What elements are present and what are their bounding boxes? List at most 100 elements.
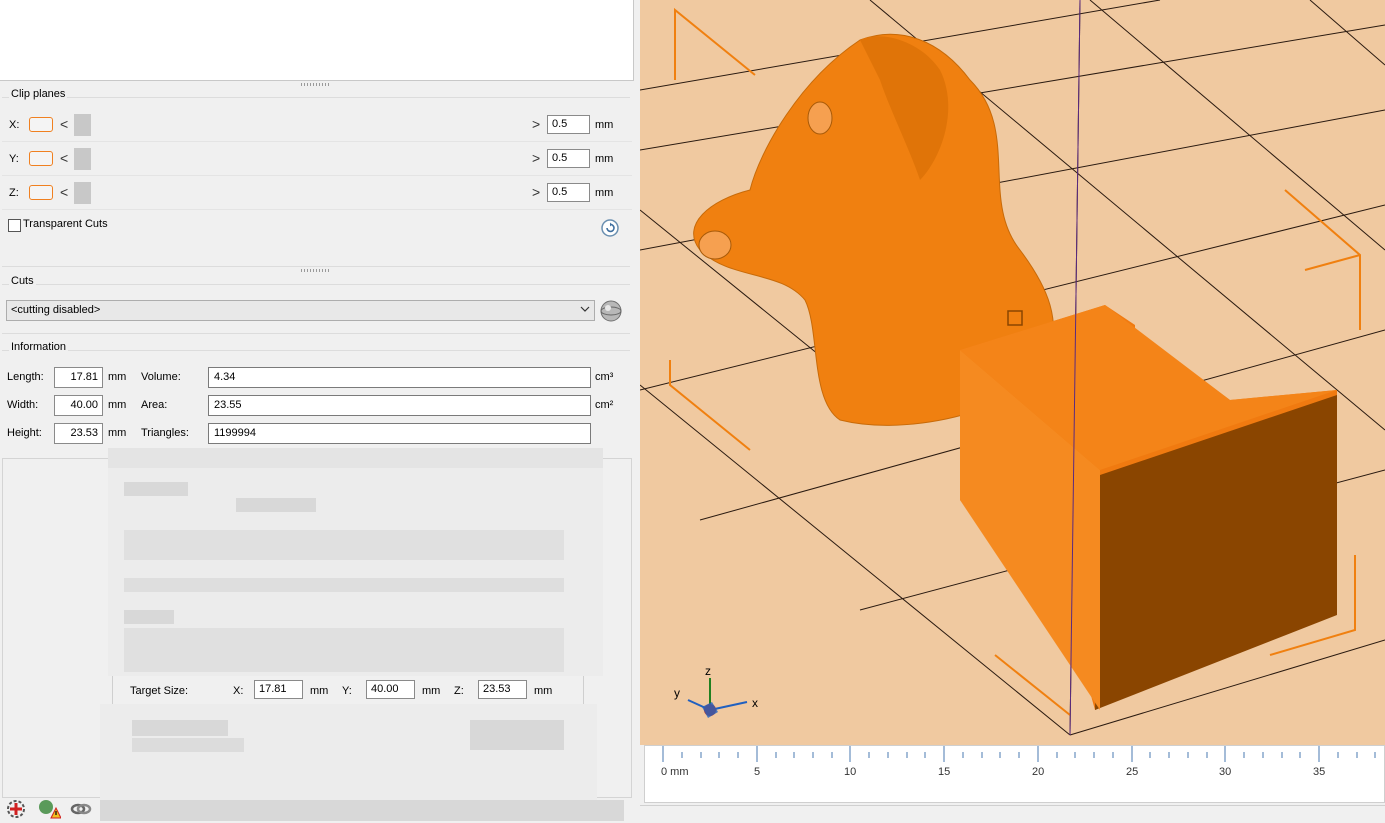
splitter-grip[interactable] — [301, 83, 331, 86]
clip-y-slider-thumb[interactable] — [74, 148, 91, 170]
length-unit: mm — [108, 371, 127, 383]
height-label: Height: — [7, 427, 42, 439]
area-unit: cm² — [595, 399, 614, 411]
triangles-value: 1199994 — [208, 423, 591, 444]
width-unit: mm — [108, 399, 127, 411]
clip-z-color-swatch[interactable] — [29, 185, 53, 200]
clip-planes-title: Clip planes — [9, 88, 68, 100]
ruler-label: 15 — [938, 766, 951, 778]
clip-x-color-swatch[interactable] — [29, 117, 53, 132]
information-title: Information — [9, 341, 69, 353]
axis-indicator: z x y — [672, 662, 762, 727]
volume-value: 4.34 — [208, 367, 591, 388]
target-x-label: X: — [233, 685, 244, 697]
clip-plane-x-row: X: < > 0.5 mm — [2, 111, 632, 142]
clip-planes-group: Clip planes X: < > 0.5 mm Y: < > 0.5 mm … — [2, 88, 632, 267]
clip-y-input[interactable]: 0.5 — [547, 149, 590, 168]
triangles-label: Triangles: — [141, 427, 189, 439]
target-z-unit: mm — [534, 685, 553, 697]
axis-y-label: y — [674, 686, 680, 700]
clip-plane-y-row: Y: < > 0.5 mm — [2, 145, 632, 176]
obscured-block — [124, 610, 174, 624]
repair-warning-icon[interactable] — [37, 798, 62, 820]
splitter-grip-2[interactable] — [301, 269, 331, 272]
ruler-label: 30 — [1219, 766, 1232, 778]
target-z-input[interactable]: 23.53 — [478, 680, 527, 699]
clip-z-label: Z: — [9, 187, 19, 199]
clip-x-input[interactable]: 0.5 — [547, 115, 590, 134]
obscured-block — [124, 578, 564, 592]
obscured-bar — [108, 448, 603, 468]
status-bar — [640, 805, 1385, 822]
cuts-select-value: <cutting disabled> — [11, 304, 101, 316]
clip-y-left-arrow[interactable]: < — [60, 150, 68, 166]
obscured-block — [124, 482, 188, 496]
ruler: 0 mm 5 10 15 20 25 30 35 — [644, 745, 1385, 803]
clip-y-label: Y: — [9, 153, 19, 165]
obscured-block — [132, 738, 244, 752]
target-y-label: Y: — [342, 685, 352, 697]
ruler-ticks — [662, 746, 1376, 762]
ruler-label: 20 — [1032, 766, 1045, 778]
ruler-label: 25 — [1126, 766, 1139, 778]
clip-y-right-arrow[interactable]: > — [532, 150, 540, 166]
obscured-block — [124, 628, 564, 672]
bottom-toolbar — [0, 796, 130, 821]
clip-z-right-arrow[interactable]: > — [532, 184, 540, 200]
volume-unit: cm³ — [595, 371, 614, 383]
ruler-label: 35 — [1313, 766, 1326, 778]
gear-add-icon[interactable] — [5, 798, 27, 820]
target-y-unit: mm — [422, 685, 441, 697]
ruler-label: 5 — [754, 766, 761, 778]
transparent-cuts-label: Transparent Cuts — [23, 218, 108, 230]
cut-tool-icon[interactable] — [599, 299, 623, 323]
height-unit: mm — [108, 427, 127, 439]
area-value: 23.55 — [208, 395, 591, 416]
width-value: 40.00 — [54, 395, 103, 416]
ruler-label: 10 — [844, 766, 857, 778]
area-label: Area: — [141, 399, 168, 411]
axis-z-label: z — [705, 664, 711, 678]
clip-x-left-arrow[interactable]: < — [60, 116, 68, 132]
link-icon[interactable] — [70, 798, 92, 820]
axis-x-label: x — [752, 696, 758, 710]
left-panel: Clip planes X: < > 0.5 mm Y: < > 0.5 mm … — [0, 0, 637, 821]
clip-z-left-arrow[interactable]: < — [60, 184, 68, 200]
volume-label: Volume: — [141, 371, 181, 383]
obscured-block — [236, 498, 316, 512]
clip-x-label: X: — [9, 119, 20, 131]
target-x-unit: mm — [310, 685, 329, 697]
obscured-region-lower — [100, 704, 597, 800]
target-x-input[interactable]: 17.81 — [254, 680, 303, 699]
clip-z-input[interactable]: 0.5 — [547, 183, 590, 202]
height-value: 23.53 — [54, 423, 103, 444]
clip-x-unit: mm — [595, 119, 614, 131]
transparent-cuts-checkbox[interactable] — [8, 219, 21, 232]
obscured-block — [470, 720, 564, 750]
width-label: Width: — [7, 399, 39, 411]
obscured-region — [108, 448, 603, 676]
ruler-label: 0 mm — [661, 766, 689, 778]
length-label: Length: — [7, 371, 44, 383]
object-list-area[interactable] — [0, 0, 634, 81]
clip-z-unit: mm — [595, 187, 614, 199]
obscured-block — [124, 530, 564, 560]
cuts-title: Cuts — [9, 275, 36, 287]
target-size-label: Target Size: — [130, 685, 189, 697]
cuts-select[interactable]: <cutting disabled> — [6, 300, 595, 321]
clip-y-unit: mm — [595, 153, 614, 165]
clip-z-slider-thumb[interactable] — [74, 182, 91, 204]
target-size-row: Target Size: X: 17.81 mm Y: 40.00 mm Z: … — [112, 676, 584, 704]
target-z-label: Z: — [454, 685, 464, 697]
clip-y-color-swatch[interactable] — [29, 151, 53, 166]
clip-x-slider-thumb[interactable] — [74, 114, 91, 136]
obscured-strip — [100, 800, 624, 821]
chevron-down-icon — [580, 304, 590, 317]
clip-x-right-arrow[interactable]: > — [532, 116, 540, 132]
obscured-block — [132, 720, 228, 736]
target-y-input[interactable]: 40.00 — [366, 680, 415, 699]
clip-plane-z-row: Z: < > 0.5 mm — [2, 179, 632, 210]
scene-canvas — [640, 0, 1385, 736]
3d-viewport[interactable]: z x y — [640, 0, 1385, 745]
reset-icon[interactable] — [601, 219, 619, 237]
